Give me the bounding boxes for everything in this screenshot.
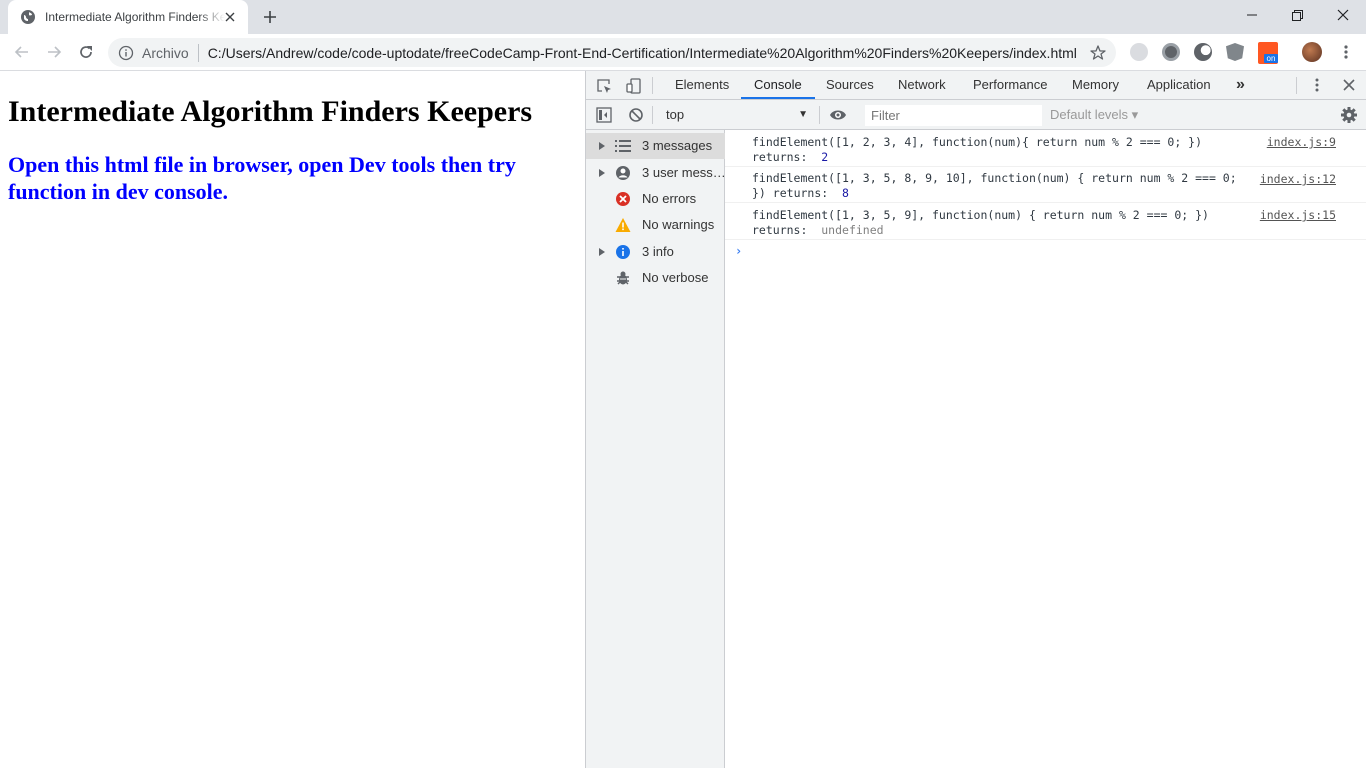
info-icon[interactable] bbox=[118, 45, 134, 61]
globe-icon bbox=[20, 9, 36, 25]
sidebar-toggle-icon[interactable] bbox=[596, 107, 612, 123]
minimize-icon[interactable] bbox=[1229, 0, 1275, 30]
console-message[interactable]: findElement([1, 3, 5, 8, 9, 10], functio… bbox=[725, 167, 1366, 203]
gear-icon[interactable] bbox=[1340, 106, 1358, 124]
forward-icon[interactable] bbox=[42, 40, 66, 64]
back-icon[interactable] bbox=[10, 40, 34, 64]
page-subheading: Open this html file in browser, open Dev… bbox=[8, 152, 516, 204]
close-tab-icon[interactable] bbox=[222, 9, 238, 25]
sidebar-item-messages[interactable]: 3 messages bbox=[586, 133, 725, 159]
list-icon bbox=[615, 138, 631, 154]
sidebar-item-label: 3 user mess… bbox=[642, 165, 724, 180]
console-toolbar: top ▼ Filter Default levels ▾ bbox=[586, 100, 1366, 130]
tab-application[interactable]: Application bbox=[1147, 71, 1211, 99]
expand-arrow-icon[interactable] bbox=[599, 169, 605, 177]
source-link[interactable]: index.js:15 bbox=[1260, 208, 1336, 223]
sidebar-item-info[interactable]: 3 info bbox=[586, 239, 725, 265]
tampermonkey-icon[interactable] bbox=[1162, 43, 1180, 61]
info-icon bbox=[615, 244, 631, 260]
error-icon bbox=[615, 191, 631, 207]
message-code: findElement([1, 3, 5, 9], function(num) … bbox=[752, 208, 1209, 222]
devtools-settings-divider bbox=[1296, 77, 1297, 94]
reload-icon[interactable] bbox=[74, 40, 98, 64]
devtools-menu-icon[interactable] bbox=[1309, 77, 1325, 93]
log-levels-dropdown[interactable]: Default levels ▾ bbox=[1050, 105, 1138, 125]
tab-elements[interactable]: Elements bbox=[675, 71, 729, 99]
browser-tab[interactable]: Intermediate Algorithm Finders Keepers bbox=[8, 0, 248, 34]
avatar[interactable] bbox=[1302, 42, 1322, 62]
close-devtools-icon[interactable] bbox=[1341, 77, 1357, 93]
user-icon bbox=[615, 165, 631, 181]
omnibox-divider bbox=[197, 43, 199, 62]
returns-label: returns: bbox=[752, 150, 815, 164]
angular-icon[interactable] bbox=[1226, 43, 1244, 61]
cookie-icon[interactable] bbox=[1130, 43, 1148, 61]
sidebar-item-user-messages[interactable]: 3 user mess… bbox=[586, 160, 725, 186]
console-output: findElement([1, 2, 3, 4], function(num){… bbox=[725, 130, 1366, 768]
toolbar-divider-2 bbox=[819, 106, 820, 124]
tab-title: Intermediate Algorithm Finders Keepers bbox=[45, 10, 225, 24]
tab-console[interactable]: Console bbox=[741, 71, 815, 99]
clear-console-icon[interactable] bbox=[628, 107, 644, 123]
return-value: undefined bbox=[821, 223, 884, 237]
message-code: findElement([1, 2, 3, 4], function(num){… bbox=[752, 135, 1203, 149]
context-selector[interactable]: top ▼ bbox=[658, 105, 810, 125]
extension-badge: on bbox=[1264, 54, 1278, 63]
page-heading: Intermediate Algorithm Finders Keepers bbox=[8, 95, 533, 128]
context-value: top bbox=[666, 107, 685, 122]
browser-toolbar: Archivo C:/Users/Andrew/code/code-uptoda… bbox=[0, 34, 1366, 71]
sidebar-item-label: 3 info bbox=[642, 244, 674, 259]
devtools-tab-divider bbox=[652, 77, 653, 94]
more-tabs-icon[interactable]: » bbox=[1236, 71, 1245, 99]
tab-memory[interactable]: Memory bbox=[1072, 71, 1119, 99]
returns-label: returns: bbox=[772, 186, 836, 200]
expand-arrow-icon[interactable] bbox=[599, 248, 605, 256]
url-text[interactable]: C:/Users/Andrew/code/code-uptodate/freeC… bbox=[208, 45, 1077, 61]
console-message[interactable]: findElement([1, 2, 3, 4], function(num){… bbox=[725, 130, 1366, 167]
return-value: 2 bbox=[821, 150, 829, 164]
console-prompt-icon[interactable]: › bbox=[735, 244, 742, 258]
tab-sources[interactable]: Sources bbox=[826, 71, 874, 99]
sidebar-item-label: 3 messages bbox=[642, 138, 713, 153]
toolbar-divider bbox=[652, 106, 653, 124]
new-tab-icon[interactable] bbox=[260, 7, 280, 27]
sidebar-item-warnings[interactable]: No warnings bbox=[586, 212, 725, 238]
bug-icon bbox=[615, 270, 631, 286]
sidebar-item-label: No verbose bbox=[642, 270, 709, 285]
tab-performance[interactable]: Performance bbox=[973, 71, 1047, 99]
inspect-element-icon[interactable] bbox=[594, 76, 614, 96]
chevron-down-icon: ▼ bbox=[798, 109, 808, 120]
kebab-menu-icon[interactable] bbox=[1334, 40, 1358, 64]
return-value: 8 bbox=[842, 186, 849, 200]
tab-strip: Intermediate Algorithm Finders Keepers bbox=[0, 0, 1366, 34]
restore-icon[interactable] bbox=[1274, 0, 1320, 30]
devtools-tabbar: Elements Console Sources Network Perform… bbox=[586, 71, 1366, 100]
sidebar-item-label: No warnings bbox=[642, 217, 715, 232]
filter-input[interactable]: Filter bbox=[865, 105, 1042, 126]
source-link[interactable]: index.js:12 bbox=[1260, 172, 1336, 187]
dark-reader-icon[interactable] bbox=[1194, 43, 1212, 61]
warning-icon bbox=[615, 217, 631, 233]
live-expression-eye-icon[interactable] bbox=[828, 107, 848, 123]
bookmark-star-icon[interactable] bbox=[1089, 44, 1107, 62]
returns-label: returns: bbox=[752, 223, 815, 237]
source-link[interactable]: index.js:9 bbox=[1267, 135, 1336, 150]
console-message[interactable]: findElement([1, 3, 5, 9], function(num) … bbox=[725, 203, 1366, 240]
page-viewport: Intermediate Algorithm Finders Keepers O… bbox=[0, 71, 585, 768]
tab-network[interactable]: Network bbox=[898, 71, 946, 99]
address-bar[interactable]: Archivo C:/Users/Andrew/code/code-uptoda… bbox=[108, 38, 1116, 67]
sidebar-item-errors[interactable]: No errors bbox=[586, 186, 725, 212]
sidebar-item-verbose[interactable]: No verbose bbox=[586, 265, 725, 291]
devtools-panel: Elements Console Sources Network Perform… bbox=[585, 71, 1366, 768]
expand-arrow-icon[interactable] bbox=[599, 142, 605, 150]
extension-on-icon[interactable]: on bbox=[1258, 42, 1278, 64]
sidebar-item-label: No errors bbox=[642, 191, 697, 206]
console-sidebar: 3 messages 3 user mess… No errors No war… bbox=[586, 130, 725, 768]
security-label: Archivo bbox=[142, 44, 189, 61]
device-toolbar-icon[interactable] bbox=[624, 76, 644, 96]
close-window-icon[interactable] bbox=[1320, 0, 1366, 30]
